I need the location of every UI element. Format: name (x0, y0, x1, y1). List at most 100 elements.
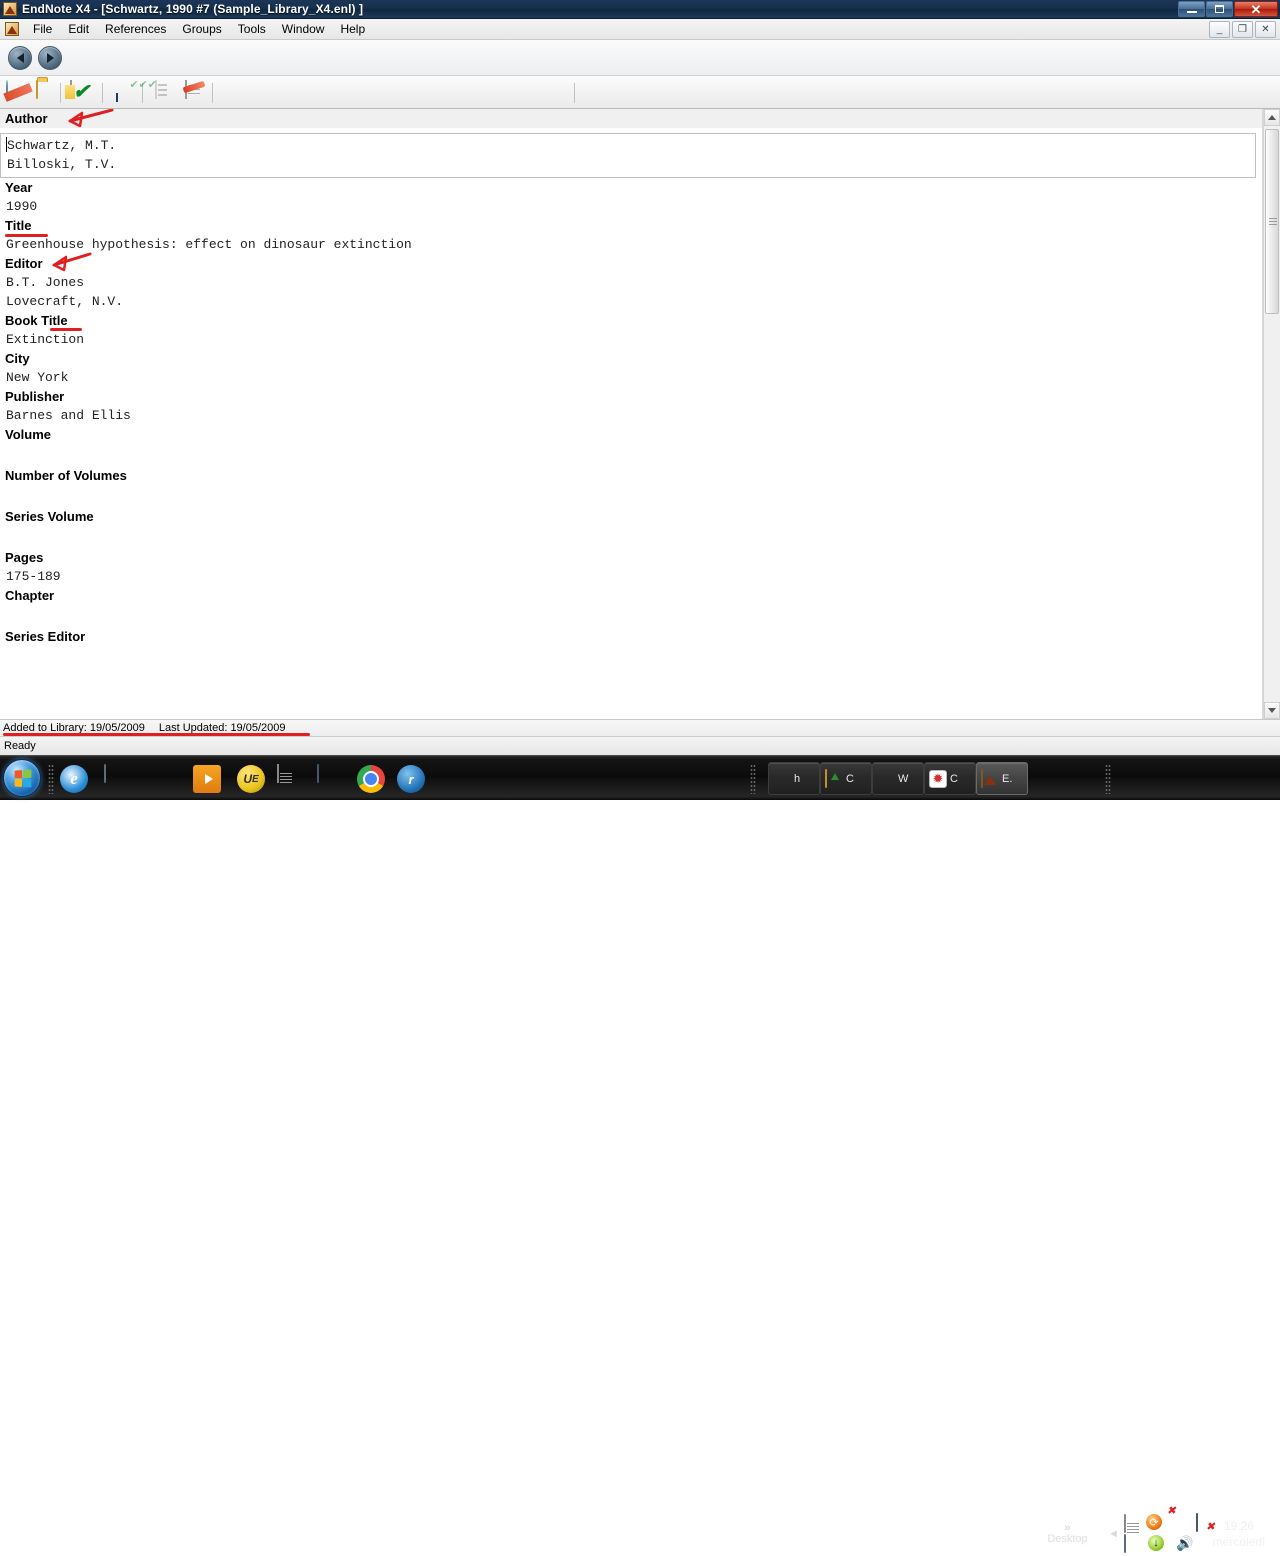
scroll-down-button[interactable] (1264, 702, 1280, 719)
menu-item-file[interactable]: File (25, 20, 60, 38)
computer-icon[interactable] (104, 764, 132, 793)
field-label-publisher: Publisher (5, 389, 65, 404)
field-number-of-volumes[interactable]: Number of Volumes (0, 466, 1262, 507)
realplayer-icon[interactable]: r (397, 765, 425, 793)
google-chrome-icon[interactable] (357, 765, 385, 793)
field-value-editor: B.T. Jones Lovecraft, N.V. (6, 275, 124, 309)
remote-desktop-icon[interactable] (317, 764, 345, 793)
network-center-icon[interactable] (1124, 1514, 1140, 1533)
term-list-icon: ✔✔✔ (129, 79, 179, 105)
clock-day: mercoledì (1212, 1535, 1266, 1549)
reference-edit-form: Author Schwartz, M.T. Billoski, T.V. Yea… (0, 109, 1263, 719)
mdi-close-button[interactable]: ✕ (1255, 21, 1276, 38)
field-label-volume: Volume (5, 427, 51, 442)
windows-taskbar: e UE r h C W ✹ C E. » Desktop ◄ ⟳ ✖ ✖ ↓ … (0, 755, 1280, 1553)
close-button[interactable]: ✕ (1234, 1, 1278, 17)
field-label-city: City (5, 351, 30, 366)
edit-pencil-icon[interactable] (182, 80, 209, 105)
field-pages[interactable]: Pages 175-189 (0, 548, 1262, 586)
field-value-series-volume (0, 526, 1262, 548)
maple-icon: ✹ (929, 769, 947, 788)
author-input-box[interactable]: Schwartz, M.T. Billoski, T.V. (0, 133, 1256, 178)
firefox-icon[interactable] (148, 765, 176, 793)
previous-reference-button[interactable] (8, 46, 32, 70)
maximize-button[interactable] (1206, 1, 1233, 17)
field-label-series-volume: Series Volume (5, 509, 94, 524)
field-label-pages: Pages (5, 550, 44, 565)
tree-icon (877, 770, 895, 788)
close-icon: ✕ (1250, 1, 1262, 17)
download-icon[interactable]: ↓ (1148, 1535, 1164, 1551)
ultraedit-icon[interactable]: UE (237, 765, 265, 793)
taskbar-button-endnote[interactable]: E. (976, 762, 1028, 795)
field-publisher[interactable]: Publisher Barnes and Ellis (0, 387, 1262, 425)
field-value-year: 1990 (6, 199, 38, 214)
taskbar-button-tree[interactable]: W (872, 762, 924, 795)
field-value-book-title: Extinction (6, 332, 85, 347)
thunderbird-icon[interactable] (437, 765, 465, 793)
menu-item-references[interactable]: References (97, 20, 174, 38)
scroll-up-button[interactable] (1264, 109, 1280, 126)
toolbar-divider (212, 83, 213, 103)
document-editor-icon[interactable] (277, 764, 305, 793)
text-caret (6, 137, 7, 152)
next-reference-button[interactable] (38, 46, 62, 70)
windows-logo-icon (14, 768, 31, 788)
taskbar-button-folder[interactable]: C (820, 762, 872, 795)
reference-type-toolbar: Reference Type: Book Section Hide Empty … (0, 40, 1280, 109)
menu-item-groups[interactable]: Groups (174, 20, 229, 38)
taskbar-button-maple[interactable]: ✹ C (924, 762, 976, 795)
minimize-button[interactable] (1178, 1, 1205, 17)
security-alert-icon[interactable]: ✖ (1167, 1506, 1190, 1530)
spell-check-icon[interactable]: ✔ (70, 80, 94, 105)
vertical-scrollbar[interactable] (1263, 109, 1280, 719)
show-desktop-area[interactable]: » Desktop (1030, 1511, 1105, 1556)
field-series-volume[interactable]: Series Volume (0, 507, 1262, 548)
menu-item-help[interactable]: Help (332, 20, 373, 38)
field-city[interactable]: City New York (0, 349, 1262, 387)
overflow-chevron-icon[interactable]: » (1064, 1522, 1070, 1533)
field-value-city: New York (6, 370, 69, 385)
field-value-publisher: Barnes and Ellis (6, 408, 131, 423)
chevron-down-icon (1268, 708, 1276, 713)
menu-item-edit[interactable]: Edit (60, 20, 97, 38)
monitor-icon[interactable] (1124, 1534, 1140, 1553)
menu-item-tools[interactable]: Tools (230, 20, 274, 38)
show-desktop-label: Desktop (1047, 1532, 1088, 1545)
taskbar-button-firefox[interactable]: h (768, 762, 820, 795)
field-volume[interactable]: Volume (0, 425, 1262, 466)
endnote-menu-icon[interactable] (5, 22, 19, 36)
mdi-minimize-button[interactable]: _ (1209, 21, 1230, 38)
internet-explorer-icon[interactable]: e (60, 765, 88, 793)
taskbar-clock[interactable]: 19.26 mercoledì (1202, 1513, 1276, 1555)
window-title: EndNote X4 - [Schwartz, 1990 #7 (Sample_… (22, 2, 364, 16)
menu-item-window[interactable]: Window (274, 20, 333, 38)
field-year[interactable]: Year 1990 (0, 178, 1262, 216)
mdi-restore-button[interactable]: ❐ (1232, 21, 1253, 38)
folder-icon[interactable] (36, 80, 60, 105)
globe-icon[interactable] (6, 80, 30, 105)
field-chapter[interactable]: Chapter (0, 586, 1262, 627)
scrollbar-thumb[interactable] (1265, 129, 1279, 314)
field-book-title[interactable]: Book Title Extinction (0, 311, 1262, 349)
field-title[interactable]: Title Greenhouse hypothesis: effect on d… (0, 216, 1262, 254)
endnote-icon (981, 768, 999, 788)
field-editor[interactable]: Editor B.T. Jones Lovecraft, N.V. (0, 252, 1262, 311)
update-icon[interactable]: ⟳ (1146, 1514, 1162, 1530)
start-button[interactable] (3, 759, 41, 797)
volume-icon[interactable]: 🔊 (1176, 1535, 1193, 1551)
toolbar-divider (574, 83, 575, 103)
windows-media-player-icon[interactable] (193, 765, 221, 793)
field-label-book-title: Book Title (5, 313, 68, 328)
folder-upload-icon (825, 768, 843, 788)
field-author[interactable]: Author Schwartz, M.T. Billoski, T.V. (0, 109, 1262, 178)
field-label-title: Title (5, 218, 32, 233)
forward-arrow-icon (46, 53, 54, 63)
field-series-editor[interactable]: Series Editor (0, 627, 1262, 646)
field-label-series-editor: Series Editor (5, 629, 86, 644)
status-ready-text: Ready (4, 740, 36, 752)
field-value-number-of-volumes (0, 485, 1262, 507)
chevron-up-icon (1268, 115, 1276, 120)
toolbar-divider (102, 83, 103, 103)
back-arrow-icon (16, 53, 24, 63)
